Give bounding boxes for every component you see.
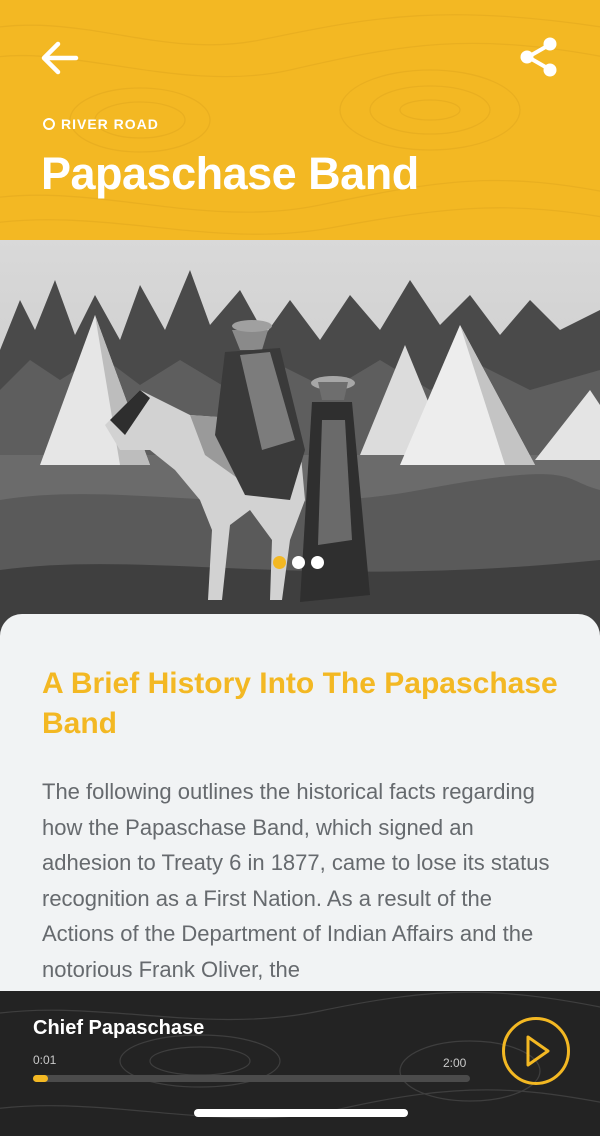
- page-title: Papaschase Band: [41, 148, 419, 199]
- play-button[interactable]: [502, 1017, 570, 1085]
- gallery-image[interactable]: [0, 240, 600, 640]
- progress-fill: [33, 1075, 49, 1082]
- audio-player: Chief Papaschase 0:01 2:00: [0, 991, 600, 1136]
- location-tag: RIVER ROAD: [43, 116, 159, 132]
- location-label: RIVER ROAD: [61, 116, 159, 132]
- location-ring-icon: [43, 118, 55, 130]
- share-button[interactable]: [518, 36, 560, 78]
- play-icon: [526, 1035, 550, 1067]
- share-icon: [520, 37, 557, 77]
- progress-bar[interactable]: [33, 1075, 470, 1082]
- article-body: The following outlines the historical fa…: [42, 779, 550, 982]
- header: RIVER ROAD Papaschase Band: [0, 0, 600, 240]
- article-heading: A Brief History Into The Papaschase Band: [42, 667, 558, 740]
- carousel-dot-3[interactable]: [311, 556, 324, 569]
- track-title: Chief Papaschase: [33, 1017, 205, 1039]
- total-time: 2:00: [443, 1056, 467, 1070]
- carousel-dot-1[interactable]: [273, 556, 286, 569]
- back-button[interactable]: [38, 38, 82, 78]
- home-indicator: [194, 1109, 408, 1117]
- carousel-dot-2[interactable]: [292, 556, 305, 569]
- carousel-dots: [273, 556, 324, 569]
- historical-photo: [0, 240, 600, 640]
- arrow-left-icon: [41, 41, 79, 75]
- current-time: 0:01: [33, 1053, 57, 1067]
